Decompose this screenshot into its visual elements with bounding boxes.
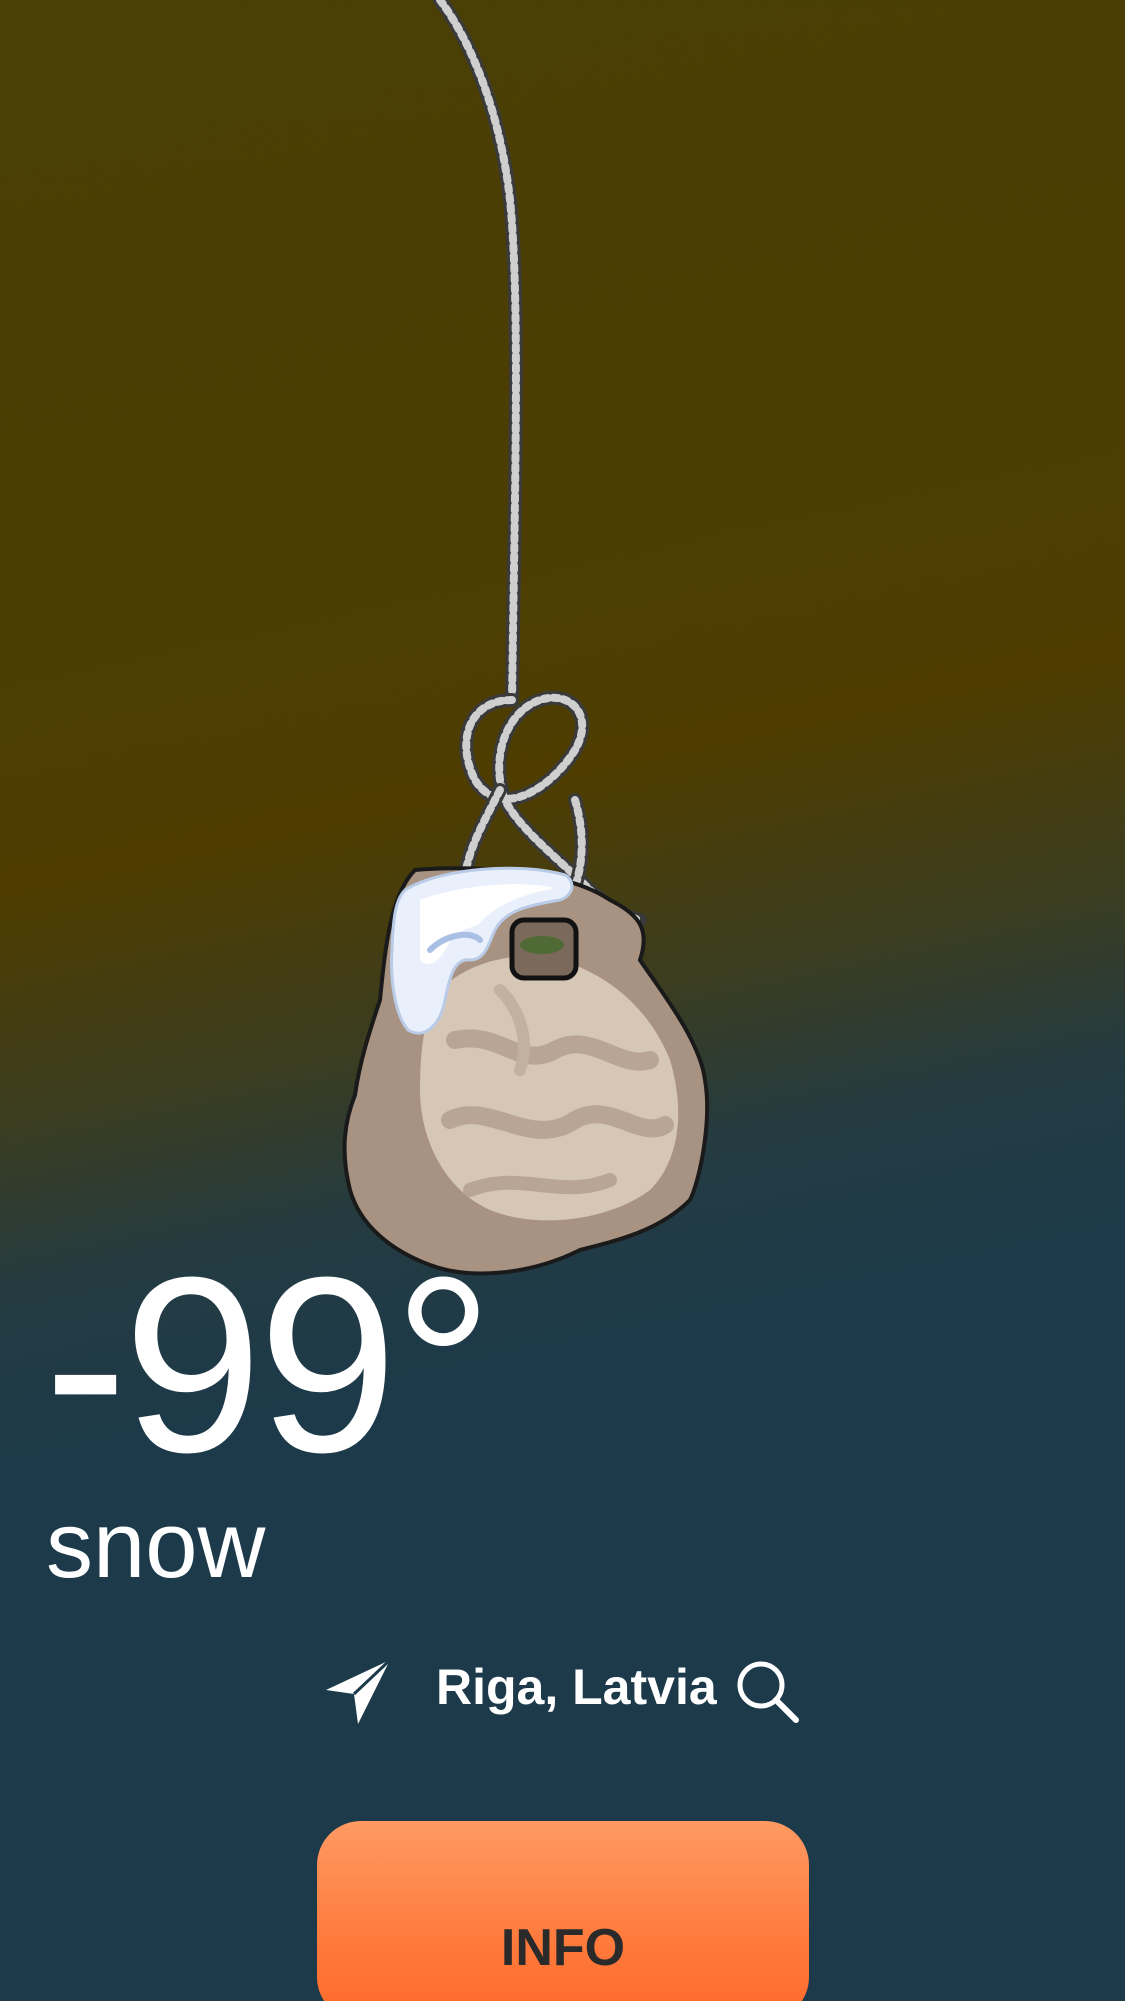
location-name[interactable]: Riga, Latvia bbox=[436, 1662, 717, 1712]
search-icon[interactable] bbox=[734, 1658, 800, 1724]
weather-stone-illustration bbox=[342, 0, 710, 1276]
location-bar: Riga, Latvia bbox=[0, 1650, 1125, 1730]
weather-condition: snow bbox=[46, 1492, 266, 1597]
temperature-value: -99° bbox=[44, 1225, 493, 1504]
location-arrow-icon[interactable] bbox=[322, 1656, 394, 1728]
info-button[interactable]: INFO bbox=[317, 1821, 809, 2001]
stone bbox=[342, 866, 710, 1276]
rope bbox=[433, 0, 647, 942]
